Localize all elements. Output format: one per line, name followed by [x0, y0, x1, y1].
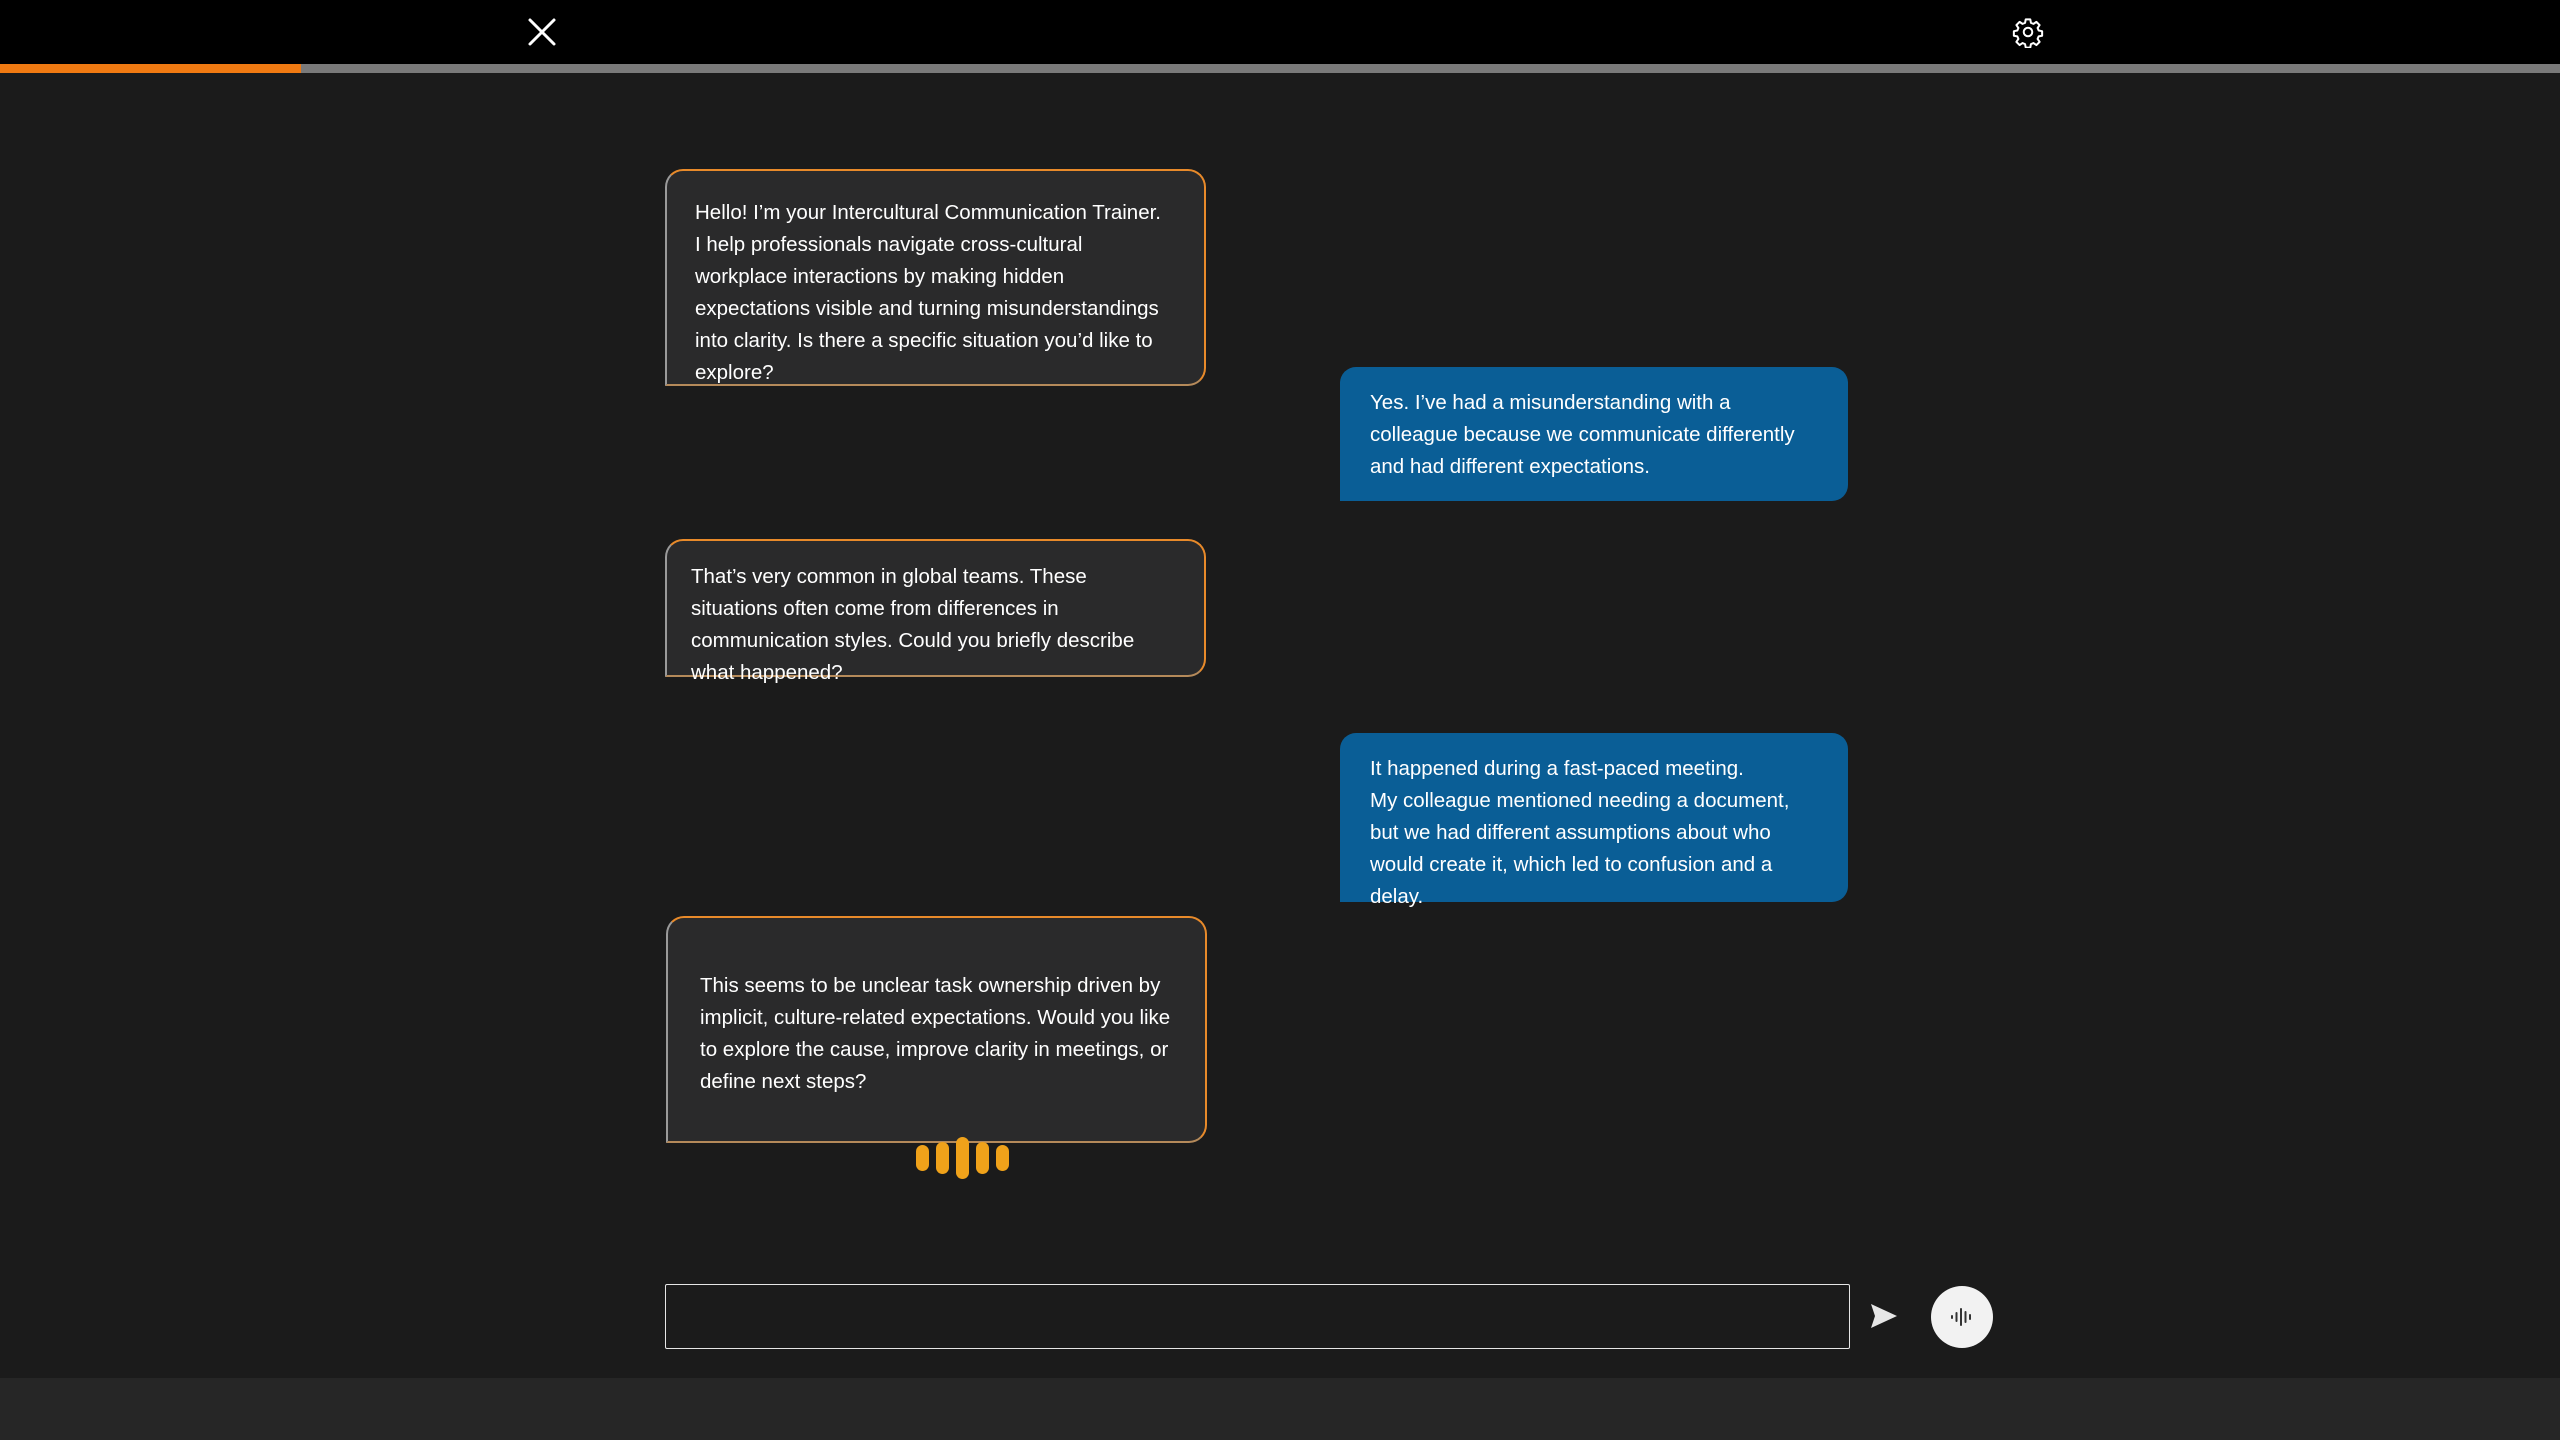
top-bar — [0, 0, 2560, 64]
send-icon — [1871, 1304, 1897, 1328]
settings-button[interactable] — [2008, 14, 2048, 50]
user-message: It happened during a fast-paced meeting.… — [1340, 733, 1848, 908]
voice-input-button[interactable] — [1931, 1286, 1993, 1348]
progress-bar — [0, 64, 2560, 73]
assistant-message: Hello! I’m your Intercultural Communicat… — [665, 169, 1206, 386]
gear-icon — [2012, 18, 2044, 48]
progress-fill — [0, 64, 301, 73]
chat-area: Hello! I’m your Intercultural Communicat… — [0, 73, 2560, 1378]
close-button[interactable] — [522, 14, 562, 50]
close-icon — [528, 18, 556, 46]
assistant-message-text: This seems to be unclear task ownership … — [700, 974, 1171, 1093]
footer-strip — [0, 1378, 2560, 1440]
voice-waveform-icon — [1951, 1308, 1971, 1326]
assistant-message: That’s very common in global teams. Thes… — [665, 539, 1206, 684]
send-button[interactable] — [1866, 1298, 1902, 1334]
user-message: Yes. I’ve had a misunderstanding with a … — [1340, 367, 1848, 501]
assistant-message: This seems to be unclear task ownership … — [666, 916, 1207, 1179]
message-input[interactable] — [665, 1284, 1850, 1349]
audio-wave-icon — [916, 1136, 1009, 1180]
